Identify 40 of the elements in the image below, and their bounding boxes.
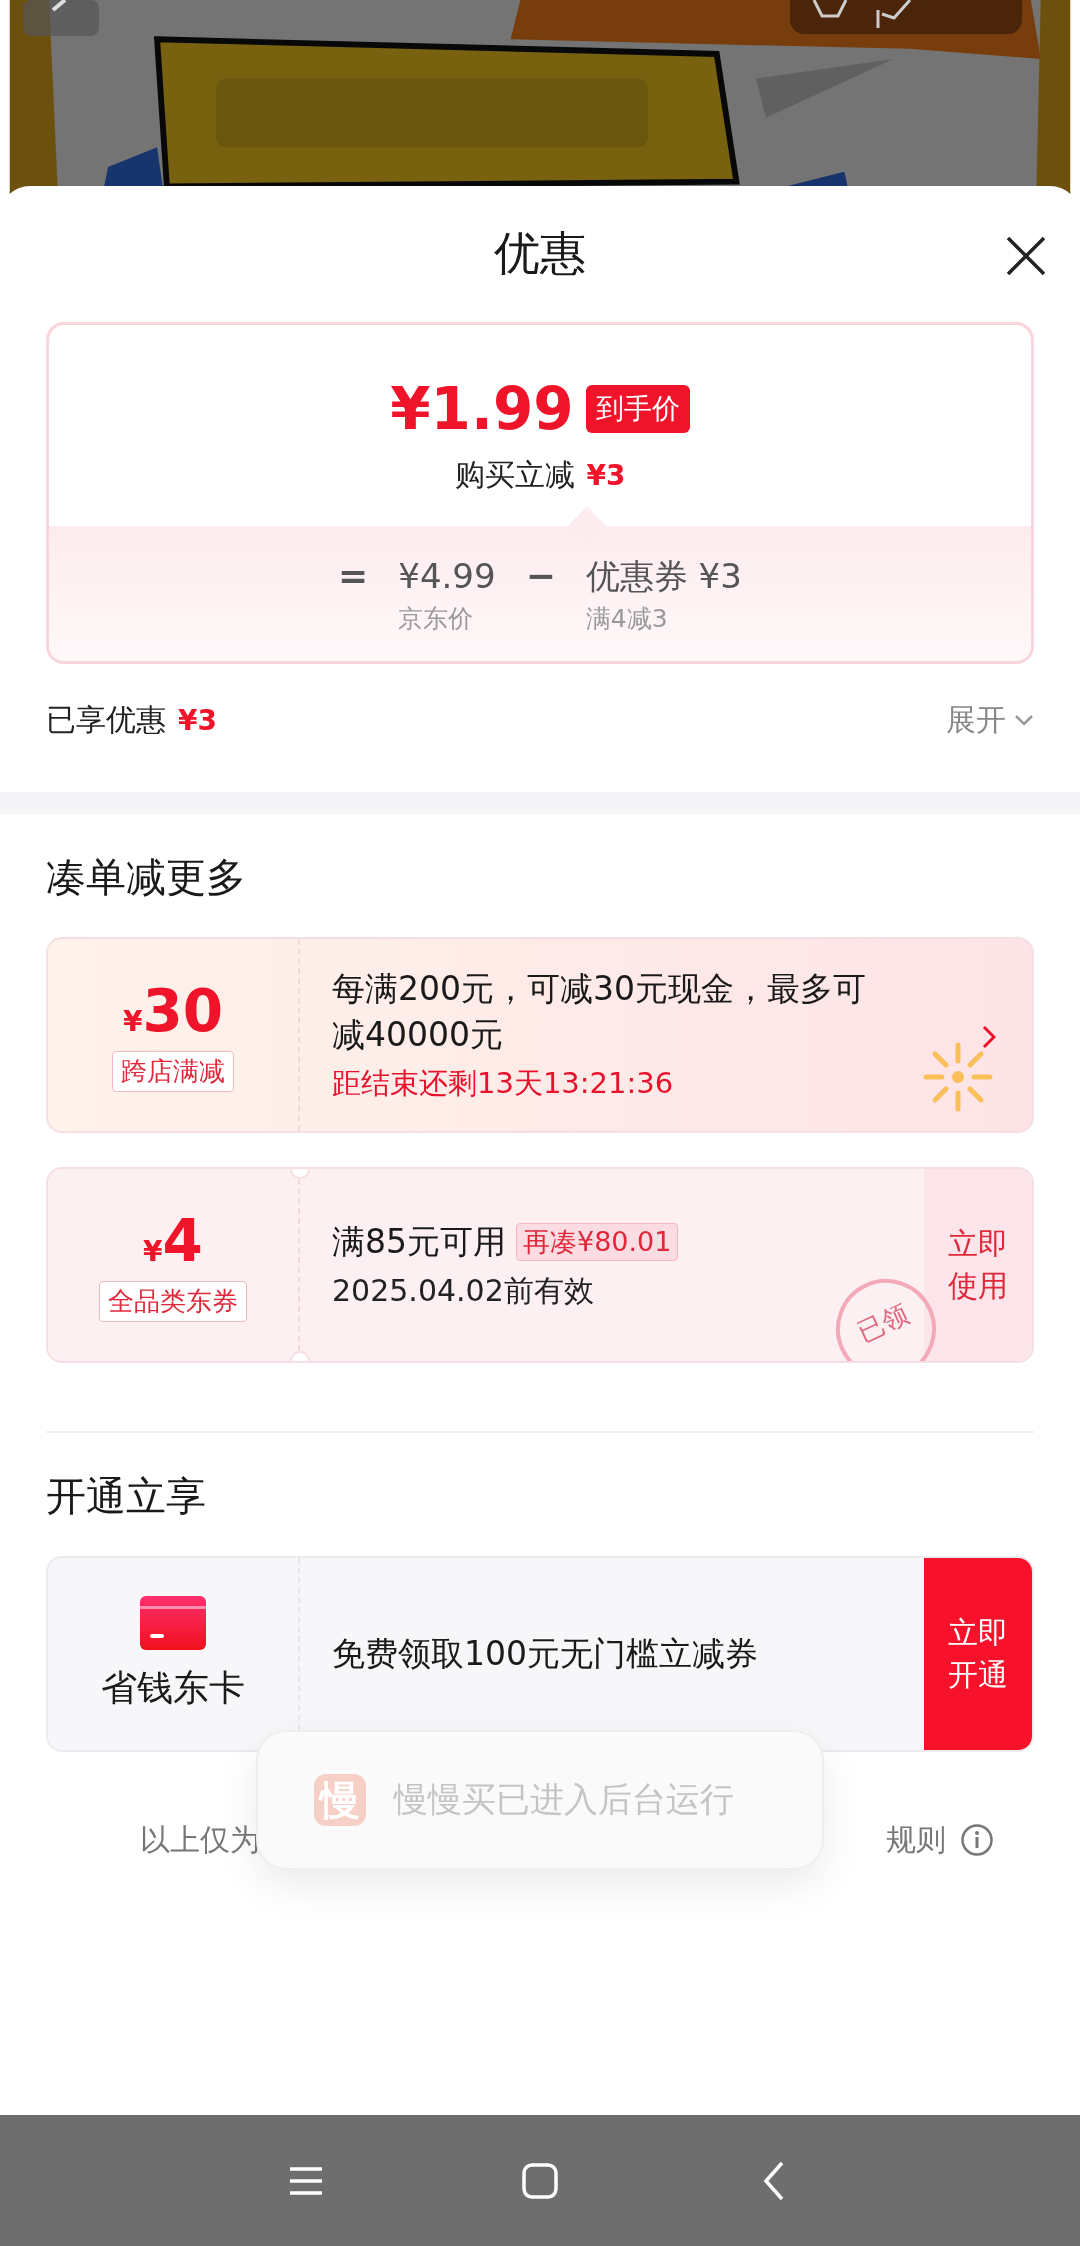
operator-symbol: = xyxy=(338,554,369,598)
price-value: ¥4.99 xyxy=(398,555,496,598)
offer-amount: 4 xyxy=(162,1208,203,1273)
rules-link[interactable]: 规则 xyxy=(886,1819,946,1861)
section-title: 凑单减更多 xyxy=(46,853,247,902)
offer-tag: 跨店满减 xyxy=(112,1050,234,1092)
operator-symbol: − xyxy=(525,554,556,598)
app-logo: 慢 xyxy=(314,1774,366,1826)
price-caption: 满4减3 xyxy=(585,603,669,635)
chevron-right-icon[interactable] xyxy=(982,1025,996,1049)
offer-description: 免费领取100元无门槛立减券 xyxy=(332,1633,759,1675)
price-label: 到手价 xyxy=(585,385,690,433)
expand-label[interactable]: 展开 xyxy=(946,699,1006,741)
info-icon[interactable] xyxy=(960,1823,994,1857)
offer-tag: 全品类东券 xyxy=(99,1280,247,1322)
remaining-tag: 再凑¥80.01 xyxy=(516,1222,679,1261)
price-value: 优惠券 ¥3 xyxy=(585,555,742,598)
validity-text: 2025.04.02前有效 xyxy=(332,1271,595,1310)
membership-name: 省钱东卡 xyxy=(101,1665,245,1710)
offer-description: 每满200元，可减30元现金，最多可减40000元 xyxy=(332,968,867,1056)
price-caption: 京东价 xyxy=(398,603,475,635)
final-price: ¥1.99 xyxy=(390,375,574,443)
card-icon xyxy=(140,1595,206,1650)
savings-label: 已享优惠 xyxy=(46,700,166,739)
close-icon[interactable] xyxy=(1006,236,1046,276)
discount-amount: ¥3 xyxy=(586,459,626,492)
sheet-title: 优惠 xyxy=(494,225,586,282)
countdown-text: 距结束还剩13天13:21:36 xyxy=(332,1065,675,1102)
offer-amount: 30 xyxy=(142,978,224,1043)
home-icon[interactable] xyxy=(520,2160,560,2201)
use-button[interactable]: 立即使用 xyxy=(924,1169,1032,1361)
discount-label: 购买立减 xyxy=(454,456,575,494)
chevron-down-icon xyxy=(1014,714,1034,726)
savings-amount: ¥3 xyxy=(178,703,217,737)
coupon-condition: 满85元可用 xyxy=(332,1220,506,1263)
section-title: 开通立享 xyxy=(46,1472,207,1521)
activate-button[interactable]: 立即开通 xyxy=(924,1558,1032,1750)
currency-symbol: ¥ xyxy=(143,1234,163,1268)
disclaimer-text: 以上仅为 xyxy=(140,1820,260,1859)
currency-symbol: ¥ xyxy=(122,1004,143,1038)
